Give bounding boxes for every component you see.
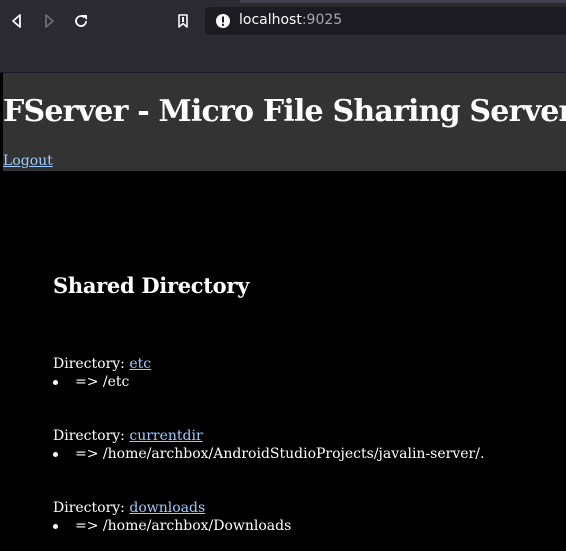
page-header: FServer - Micro File Sharing Server Logo… [0,73,566,171]
bookmark-icon [178,14,188,28]
directory-path: => /home/archbox/Downloads [75,518,292,534]
page-title: FServer - Micro File Sharing Server [3,94,566,129]
directory-label: Directory: [53,356,125,372]
tab-strip [240,0,566,3]
directory-path: => /home/archbox/AndroidStudioProjects/j… [75,446,485,462]
url-port: :9025 [301,12,343,28]
directory-path-item: => /etc [53,373,151,391]
directory-line: Directory: downloads [53,499,291,517]
bookmark-button[interactable] [171,9,195,33]
directory-label: Directory: [53,428,125,444]
browser-toolbar: localhost:9025 [0,0,566,73]
bullet-icon [53,380,58,385]
directory-link-downloads[interactable]: downloads [129,500,205,516]
url-host: localhost [239,12,302,28]
logout-link[interactable]: Logout [3,153,53,169]
forward-arrow-icon [45,14,54,28]
directory-link-etc[interactable]: etc [129,356,151,372]
bullet-icon [53,524,58,529]
directory-entry: Directory: currentdir => /home/archbox/A… [53,427,484,463]
directory-link-currentdir[interactable]: currentdir [129,428,202,444]
directory-path: => /etc [75,374,130,390]
directory-path-item: => /home/archbox/Downloads [53,517,291,535]
directory-line: Directory: currentdir [53,427,484,445]
reload-button[interactable] [69,9,93,33]
back-button[interactable] [5,9,29,33]
page-content: FServer - Micro File Sharing Server Logo… [0,73,566,551]
bullet-icon [53,452,58,457]
address-bar[interactable]: localhost:9025 [205,7,566,35]
section-title: Shared Directory [53,273,250,298]
reload-icon [75,15,87,27]
directory-entry: Directory: etc => /etc [53,355,151,391]
directory-line: Directory: etc [53,355,151,373]
url-text: localhost:9025 [239,12,342,28]
directory-label: Directory: [53,500,125,516]
info-icon[interactable] [215,13,231,29]
directory-path-item: => /home/archbox/AndroidStudioProjects/j… [53,445,484,463]
back-arrow-icon [12,14,21,28]
forward-button[interactable] [37,9,61,33]
directory-entry: Directory: downloads => /home/archbox/Do… [53,499,291,535]
